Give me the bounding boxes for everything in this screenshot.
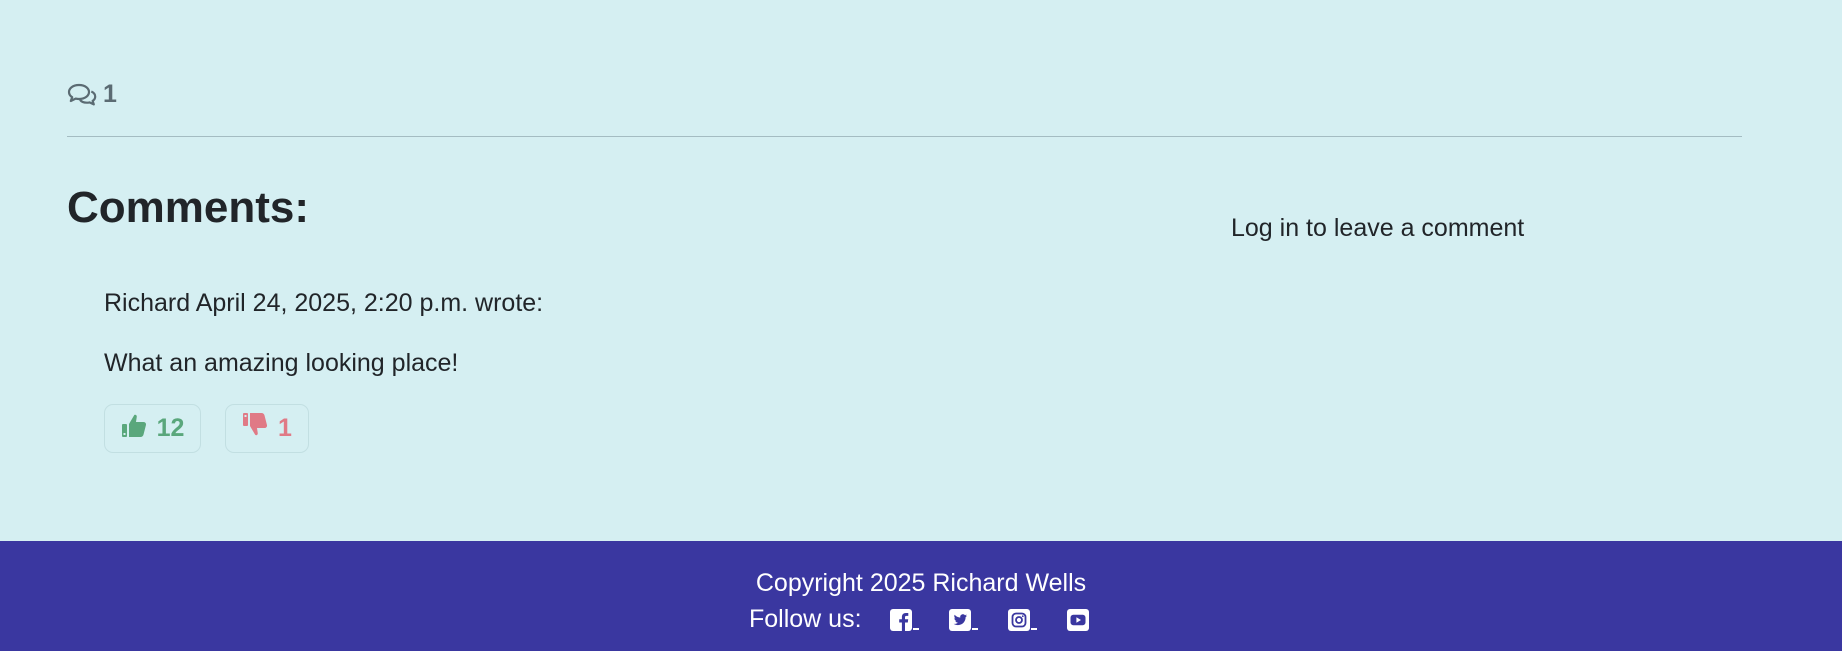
thumbs-up-icon <box>121 412 147 445</box>
follow-us-row: Follow us: <box>749 605 1089 634</box>
copyright-text: Copyright 2025 Richard Wells <box>755 569 1087 597</box>
like-count: 12 <box>156 414 185 442</box>
facebook-icon <box>889 608 912 631</box>
comment-author-date: Richard April 24, 2025, 2:20 p.m. wrote: <box>104 289 544 317</box>
site-footer: Copyright 2025 Richard Wells Follow us: <box>0 541 1842 651</box>
twitter-link[interactable] <box>948 608 978 631</box>
youtube-link[interactable] <box>1066 608 1089 631</box>
comment-count-value: 1 <box>103 80 117 108</box>
youtube-icon <box>1066 608 1089 631</box>
post-content: 1 Comments: Log in to leave a comment Ri… <box>0 0 1842 541</box>
like-button[interactable]: 12 <box>104 404 201 453</box>
comments-icon <box>67 83 97 107</box>
section-divider <box>67 136 1742 137</box>
login-to-comment-link[interactable]: Log in to leave a comment <box>1231 214 1524 243</box>
dislike-count: 1 <box>278 414 292 442</box>
thumbs-down-icon <box>242 412 268 445</box>
follow-us-label: Follow us: <box>749 605 862 633</box>
dislike-button[interactable]: 1 <box>225 404 309 453</box>
instagram-icon <box>1007 608 1030 631</box>
twitter-icon <box>948 608 971 631</box>
comments-heading: Comments: <box>67 183 310 232</box>
comment-text: What an amazing looking place! <box>104 349 459 377</box>
facebook-link[interactable] <box>889 608 919 631</box>
instagram-link[interactable] <box>1007 608 1037 631</box>
comment-count: 1 <box>67 80 117 109</box>
